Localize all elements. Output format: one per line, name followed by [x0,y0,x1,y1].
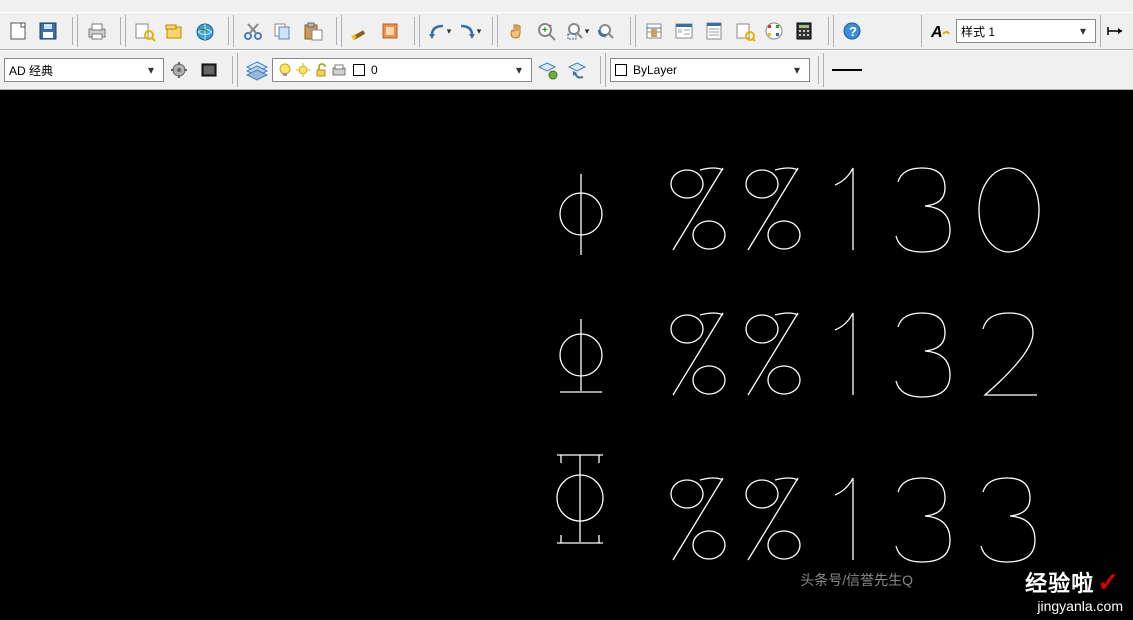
chevron-down-icon: ▾ [143,63,159,77]
lock-open-icon [313,62,329,78]
block-editor-button[interactable] [376,16,406,46]
color-swatch [353,64,365,76]
zoom-previous-button[interactable] [592,16,622,46]
layer-previous-button[interactable] [562,55,592,85]
workspace-combo[interactable]: AD 经典 ▾ [4,58,164,82]
drawing-canvas[interactable]: 经验 啦 ✓ 头条号/信誉先生Q jingyanla.com [0,90,1133,620]
help-button[interactable]: ? [838,16,868,46]
undo-button[interactable]: ▾ [424,16,454,46]
workspace-settings-button[interactable] [164,55,194,85]
preview-button[interactable] [130,16,160,46]
code-text-2 [665,305,1085,415]
text-style-combo[interactable]: 样式 1 ▾ [956,19,1096,43]
chevron-down-icon: ▾ [789,63,805,77]
color-combo[interactable]: ByLayer ▾ [610,58,810,82]
linetype-combo-partial[interactable] [828,58,868,82]
bulb-icon [277,62,293,78]
dim-style-icon[interactable] [1105,16,1125,46]
layer-states-button[interactable] [532,55,562,85]
print-button[interactable] [82,16,112,46]
brand-la: 啦 [1071,566,1093,598]
chevron-down-icon: ▾ [511,63,527,77]
markup-button[interactable] [760,16,790,46]
watermark-brand: 经验 啦 ✓ [1025,566,1119,598]
plot-icon [331,62,347,78]
pan-button[interactable] [502,16,532,46]
watermark-source: 头条号/信誉先生Q [800,570,913,590]
color-value: ByLayer [633,63,789,77]
svg-text:?: ? [849,24,857,39]
properties-button[interactable] [640,16,670,46]
symbol-phi-1 [555,170,635,260]
color-swatch [615,64,627,76]
web-button[interactable] [190,16,220,46]
paste-button[interactable] [298,16,328,46]
svg-text:A: A [930,24,943,41]
toolbar-row-2: AD 经典 ▾ 0 ▾ ByLayer ▾ [0,50,1133,90]
toolbar-row-1: ▾ ▾ +- ▾ ? A 样式 1 ▾ [0,12,1133,50]
sheet-set-button[interactable] [730,16,760,46]
new-button[interactable] [4,16,34,46]
check-icon: ✓ [1097,567,1119,598]
tool-palettes-button[interactable] [700,16,730,46]
workspace-lock-button[interactable] [194,55,224,85]
text-style-value: 样式 1 [961,23,1075,40]
code-text-1 [665,160,1085,270]
chevron-down-icon: ▾ [1075,24,1091,38]
cut-button[interactable] [238,16,268,46]
save-button[interactable] [34,16,64,46]
text-style-icon[interactable]: A [926,16,956,46]
code-text-3 [665,470,1085,580]
redo-button[interactable]: ▾ [454,16,484,46]
sun-icon [295,62,311,78]
layer-combo[interactable]: 0 ▾ [272,58,532,82]
workspace-value: AD 经典 [9,62,143,79]
zoom-window-button[interactable]: ▾ [562,16,592,46]
watermark-url: jingyanla.com [1037,598,1123,614]
match-properties-button[interactable] [346,16,376,46]
symbol-phi-3 [548,448,638,556]
symbol-phi-2 [555,315,635,410]
publish-button[interactable] [160,16,190,46]
svg-text:-: - [549,20,552,30]
layer-properties-button[interactable] [242,55,272,85]
layer-value: 0 [371,63,511,77]
menubar [0,0,1133,12]
quickcalc-button[interactable] [790,16,820,46]
zoom-realtime-button[interactable]: +- [532,16,562,46]
svg-text:+: + [542,25,548,36]
design-center-button[interactable] [670,16,700,46]
copy-button[interactable] [268,16,298,46]
brand-zh: 经验 [1025,566,1071,598]
